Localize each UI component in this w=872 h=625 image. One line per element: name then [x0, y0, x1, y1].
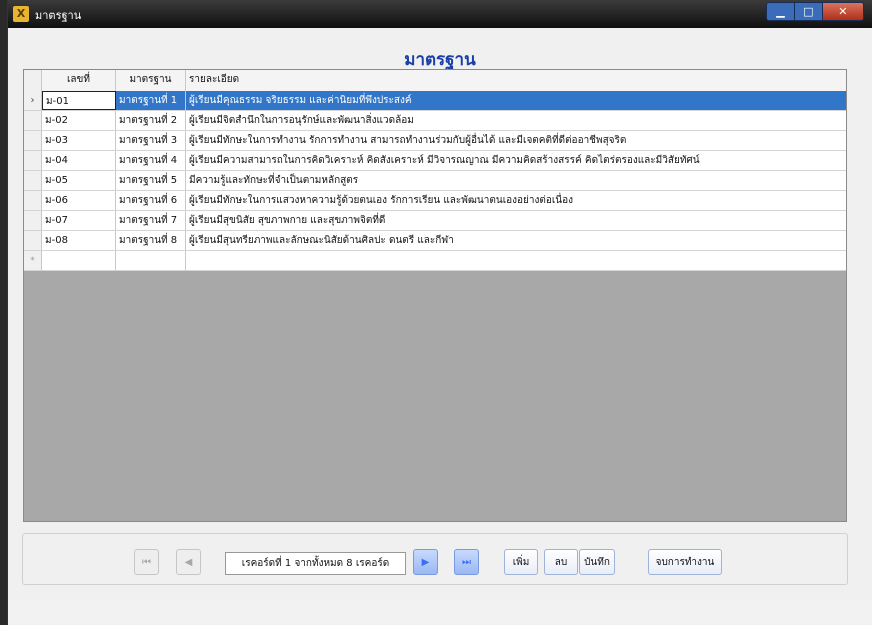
table-row[interactable]: ม-06 มาตรฐานที่ 6 ผู้เรียนมีทักษะในการแส…: [24, 191, 846, 211]
current-row-indicator[interactable]: ›: [24, 91, 42, 110]
cell-detail[interactable]: ผู้เรียนมีทักษะในการทำงาน รักการทำงาน สา…: [186, 131, 846, 150]
cell-id[interactable]: ม-05: [42, 171, 116, 190]
cell-detail[interactable]: ผู้เรียนมีคุณธรรม จริยธรรม และค่านิยมที่…: [186, 91, 846, 110]
cell-detail[interactable]: มีความรู้และทักษะที่จำเป็นตามหลักสูตร: [186, 171, 846, 190]
cell-id[interactable]: ม-01: [42, 91, 116, 110]
cell-id[interactable]: ม-08: [42, 231, 116, 250]
row-selector[interactable]: [24, 191, 42, 210]
title-bar[interactable]: X มาตรฐาน ▁ □ ✕: [8, 0, 872, 28]
cell-standard[interactable]: [116, 251, 186, 270]
delete-button[interactable]: ลบ: [544, 549, 578, 575]
cell-id[interactable]: [42, 251, 116, 270]
status-area: [8, 600, 872, 625]
last-record-icon: ⏭: [462, 556, 471, 568]
window-title: มาตรฐาน: [35, 9, 82, 22]
cell-id[interactable]: ม-06: [42, 191, 116, 210]
new-row-indicator[interactable]: *: [24, 251, 42, 270]
table-row[interactable]: ม-07 มาตรฐานที่ 7 ผู้เรียนมีสุขนิสัย สุข…: [24, 211, 846, 231]
app-icon: X: [13, 6, 29, 22]
cell-standard[interactable]: มาตรฐานที่ 7: [116, 211, 186, 230]
cell-standard[interactable]: มาตรฐานที่ 1: [116, 91, 186, 110]
window-controls: ▁ □ ✕: [766, 2, 864, 21]
first-record-button[interactable]: ⏮: [134, 549, 159, 575]
cell-detail[interactable]: ผู้เรียนมีสุขนิสัย สุขภาพกาย และสุขภาพจิ…: [186, 211, 846, 230]
grid-header: เลขที่ มาตรฐาน รายละเอียด: [24, 70, 846, 92]
cell-id[interactable]: ม-04: [42, 151, 116, 170]
next-record-button[interactable]: ▶: [413, 549, 438, 575]
standards-grid[interactable]: เลขที่ มาตรฐาน รายละเอียด › ม-01 มาตรฐาน…: [23, 69, 847, 522]
record-position-field: เรคอร์ดที่ 1 จากทั้งหมด 8 เรคอร์ด: [225, 552, 406, 575]
row-selector[interactable]: [24, 131, 42, 150]
maximize-icon[interactable]: □: [795, 3, 823, 20]
table-row[interactable]: ม-04 มาตรฐานที่ 4 ผู้เรียนมีความสามารถใน…: [24, 151, 846, 171]
column-header-detail[interactable]: รายละเอียด: [186, 70, 846, 91]
cell-id[interactable]: ม-07: [42, 211, 116, 230]
cell-detail[interactable]: ผู้เรียนมีความสามารถในการคิดวิเคราะห์ คิ…: [186, 151, 846, 170]
next-record-icon: ▶: [421, 556, 430, 568]
column-header-id[interactable]: เลขที่: [42, 70, 116, 91]
main-window: X มาตรฐาน ▁ □ ✕ มาตรฐาน เลขที่ มาตรฐาน ร…: [7, 0, 872, 625]
first-record-icon: ⏮: [142, 556, 151, 568]
row-selector[interactable]: [24, 151, 42, 170]
table-row[interactable]: ม-02 มาตรฐานที่ 2 ผู้เรียนมีจิตสำนึกในกา…: [24, 111, 846, 131]
previous-record-button[interactable]: ◀: [176, 549, 201, 575]
cell-detail[interactable]: ผู้เรียนมีสุนทรียภาพและลักษณะนิสัยด้านศิ…: [186, 231, 846, 250]
row-selector[interactable]: [24, 171, 42, 190]
row-selector[interactable]: [24, 231, 42, 250]
cell-standard[interactable]: มาตรฐานที่ 5: [116, 171, 186, 190]
cell-standard[interactable]: มาตรฐานที่ 8: [116, 231, 186, 250]
row-selector[interactable]: [24, 211, 42, 230]
cell-id[interactable]: ม-02: [42, 111, 116, 130]
row-selector[interactable]: [24, 111, 42, 130]
cell-standard[interactable]: มาตรฐานที่ 2: [116, 111, 186, 130]
previous-record-icon: ◀: [184, 556, 193, 568]
last-record-button[interactable]: ⏭: [454, 549, 479, 575]
table-row[interactable]: ม-08 มาตรฐานที่ 8 ผู้เรียนมีสุนทรียภาพแล…: [24, 231, 846, 251]
add-button[interactable]: เพิ่ม: [504, 549, 538, 575]
column-header-standard[interactable]: มาตรฐาน: [116, 70, 186, 91]
exit-button[interactable]: จบการทำงาน: [648, 549, 722, 575]
cell-detail[interactable]: ผู้เรียนมีจิตสำนึกในการอนุรักษ์และพัฒนาส…: [186, 111, 846, 130]
cell-standard[interactable]: มาตรฐานที่ 4: [116, 151, 186, 170]
cell-detail[interactable]: ผู้เรียนมีทักษะในการแสวงหาความรู้ด้วยตนเ…: [186, 191, 846, 210]
cell-standard[interactable]: มาตรฐานที่ 6: [116, 191, 186, 210]
minimize-icon[interactable]: ▁: [767, 3, 795, 20]
close-icon[interactable]: ✕: [822, 3, 863, 20]
table-row[interactable]: ม-03 มาตรฐานที่ 3 ผู้เรียนมีทักษะในการทำ…: [24, 131, 846, 151]
cell-detail[interactable]: [186, 251, 846, 270]
table-row[interactable]: › ม-01 มาตรฐานที่ 1 ผู้เรียนมีคุณธรรม จร…: [24, 91, 846, 111]
row-header-corner: [24, 70, 42, 91]
cell-standard[interactable]: มาตรฐานที่ 3: [116, 131, 186, 150]
save-button[interactable]: บันทึก: [579, 549, 615, 575]
new-row[interactable]: *: [24, 251, 846, 271]
table-row[interactable]: ม-05 มาตรฐานที่ 5 มีความรู้และทักษะที่จำ…: [24, 171, 846, 191]
cell-id[interactable]: ม-03: [42, 131, 116, 150]
